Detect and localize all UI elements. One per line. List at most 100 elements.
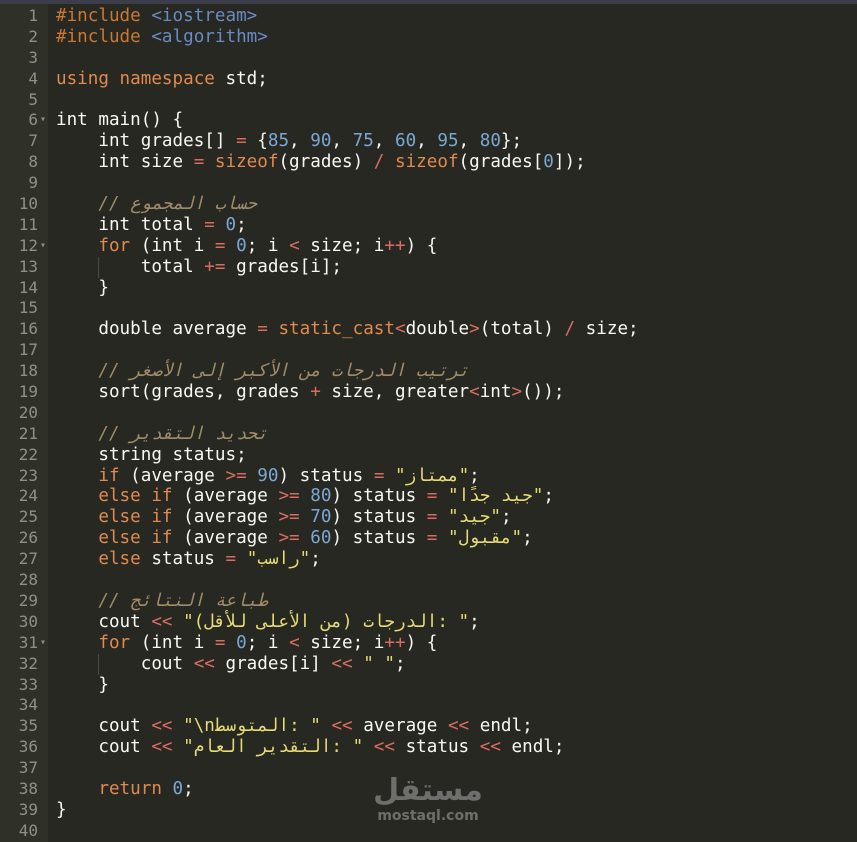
- code-line[interactable]: 4 using namespace std;: [0, 69, 857, 90]
- code-area[interactable]: 1 #include <iostream> 2 #include <algorithm…: [0, 6, 857, 842]
- line-number: 17: [18, 340, 38, 360]
- line-number: 37: [18, 758, 38, 778]
- code-token: // طباعة النتائج: [98, 590, 268, 611]
- code-line[interactable]: 25 else if (average >= 70) status = "جيد…: [0, 507, 857, 528]
- code-line[interactable]: 2 #include <algorithm>: [0, 27, 857, 48]
- code-line[interactable]: 13 total += grades[i];: [0, 257, 857, 278]
- code-line[interactable]: 26 else if (average >= 60) status = "مقب…: [0, 528, 857, 549]
- code-line[interactable]: 11 int total = 0;: [0, 215, 857, 236]
- line-number: 5: [28, 89, 38, 109]
- code-token: ,: [331, 131, 353, 152]
- indent-guide: [98, 257, 99, 278]
- code-token: // حساب المجموع: [98, 194, 258, 215]
- code-line[interactable]: 12 ▾ for (int i = 0; i < size; i++) {: [0, 236, 857, 257]
- code-token: status: [140, 549, 226, 570]
- line-number: 23: [18, 465, 38, 485]
- code-line[interactable]: 3: [0, 48, 857, 69]
- code-text: sort(grades, grades + size, greater<int>…: [56, 382, 564, 403]
- line-number: 12: [18, 235, 38, 255]
- line-number: 1: [28, 6, 38, 25]
- code-line[interactable]: 27 else status = "راسب";: [0, 549, 857, 570]
- code-token: (total): [479, 319, 565, 340]
- code-token: <<: [447, 716, 470, 737]
- code-token: int grades[]: [56, 131, 237, 152]
- code-token: (average: [172, 507, 279, 528]
- code-line[interactable]: 21 // تحديد التقدير: [0, 424, 857, 445]
- code-token: #include: [56, 6, 152, 26]
- code-text: // طباعة النتائج: [56, 590, 268, 612]
- code-line[interactable]: 10 // حساب المجموع: [0, 194, 857, 215]
- code-line[interactable]: 9: [0, 173, 857, 194]
- code-line[interactable]: 24 else if (average >= 80) status = "جيد…: [0, 486, 857, 507]
- line-number: 22: [18, 444, 38, 464]
- code-line[interactable]: 18 // ترتيب الدرجات من الأكبر إلى الأصغر: [0, 361, 857, 382]
- code-token: <<: [373, 737, 395, 758]
- code-token: int size: [56, 152, 194, 173]
- code-token: =: [426, 486, 438, 507]
- code-token: /: [564, 319, 576, 340]
- code-line[interactable]: 15: [0, 298, 857, 319]
- code-token: ) status: [331, 486, 427, 507]
- code-token: <: [289, 632, 300, 653]
- line-number: 33: [18, 674, 38, 694]
- code-line[interactable]: 36 cout << "التقدير العام: " << status <…: [0, 737, 857, 758]
- fold-arrow-icon[interactable]: ▾: [40, 236, 46, 257]
- code-line[interactable]: 29 // طباعة النتائج: [0, 591, 857, 612]
- code-line[interactable]: 28: [0, 570, 857, 591]
- code-line[interactable]: 30 cout << "الدرجات (من الأعلى للأقل): "…: [0, 612, 857, 633]
- code-line[interactable]: 23 if (average >= 90) status = "ممتاز";: [0, 466, 857, 487]
- fold-arrow-icon[interactable]: ▾: [40, 110, 46, 131]
- code-line[interactable]: 5: [0, 90, 857, 111]
- code-token: }: [56, 799, 67, 820]
- code-token: cout: [56, 716, 152, 737]
- code-line[interactable]: 14 }: [0, 278, 857, 299]
- code-token: int: [479, 382, 512, 403]
- code-line[interactable]: 8 int size = sizeof(grades) / sizeof(gra…: [0, 152, 857, 173]
- code-line[interactable]: 16 double average = static_cast<double>(…: [0, 319, 857, 340]
- code-line[interactable]: 7 int grades[] = {85, 90, 75, 60, 95, 80…: [0, 131, 857, 152]
- code-token: sizeof: [394, 152, 459, 173]
- code-token: "التقدير العام: ": [183, 737, 364, 758]
- code-token: ;: [543, 486, 554, 507]
- code-line[interactable]: 32 cout << grades[i] << " ";: [0, 654, 857, 675]
- code-line[interactable]: 22 string status;: [0, 445, 857, 466]
- code-token: ;: [394, 653, 406, 674]
- fold-arrow-icon[interactable]: ▾: [40, 633, 46, 654]
- code-token: };: [500, 131, 523, 152]
- code-line[interactable]: 35 cout << "\nالمتوسط: " << average << e…: [0, 716, 857, 737]
- code-text: #include <iostream>: [56, 6, 257, 27]
- code-token: =: [214, 632, 226, 653]
- code-line[interactable]: 20: [0, 403, 857, 424]
- watermark-url: mostaql.com: [377, 808, 479, 824]
- code-token: <<: [151, 611, 173, 632]
- line-number: 24: [18, 486, 38, 506]
- code-text: return 0;: [56, 779, 193, 800]
- code-line[interactable]: 31 ▾ for (int i = 0; i < size; i++) {: [0, 633, 857, 654]
- code-token: int main() {: [56, 110, 184, 131]
- code-text: using namespace std;: [56, 69, 268, 90]
- code-line[interactable]: 19 sort(grades, grades + size, greater<i…: [0, 382, 857, 403]
- code-line[interactable]: 34: [0, 695, 857, 716]
- code-text: int main() {: [56, 110, 183, 131]
- code-token: ) {: [405, 235, 438, 256]
- code-line[interactable]: 6 ▾ int main() {: [0, 110, 857, 131]
- code-line[interactable]: 33 }: [0, 675, 857, 696]
- code-token: >=: [278, 528, 300, 549]
- code-line[interactable]: 1 #include <iostream>: [0, 6, 857, 27]
- code-editor[interactable]: 1 #include <iostream> 2 #include <algorithm…: [0, 0, 857, 842]
- code-line[interactable]: 17: [0, 340, 857, 361]
